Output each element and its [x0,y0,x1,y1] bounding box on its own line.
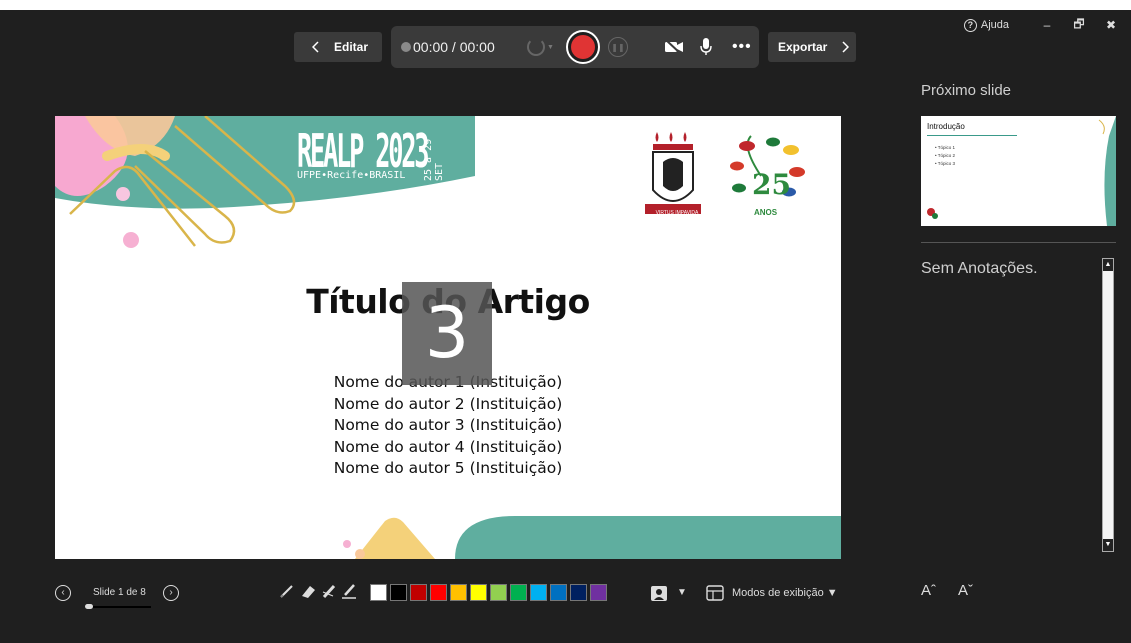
ink-color-swatch[interactable] [370,584,387,601]
eraser-icon[interactable] [299,583,317,599]
slide-progress-bar [85,604,151,609]
next-slide-button[interactable]: › [163,585,179,601]
author-line: Nome do autor 3 (Instituição) [333,416,563,434]
font-size-controls: Aˆ Aˇ [921,582,973,599]
export-button[interactable]: Exportar [768,32,856,62]
laser-pointer-icon[interactable] [650,585,668,602]
edit-label: Editar [334,40,369,54]
conference-dates: 25 a 29 SET [423,138,445,181]
clear-ink-icon[interactable] [341,583,357,599]
anniversary-label: ANOS [754,208,778,217]
ink-color-swatch[interactable] [430,584,447,601]
top-strip [0,0,1131,10]
speaker-notes: Sem Anotações. [921,260,1038,277]
scroll-down-icon[interactable]: ▼ [1103,539,1113,551]
anniversary-number: 25 [752,168,791,201]
record-button[interactable] [565,30,600,64]
ink-color-swatch[interactable] [450,584,467,601]
record-icon [570,35,595,59]
ink-color-swatch[interactable] [590,584,607,601]
conference-logo: REALP 2023 UFPE•Recife•BRASIL 25 a 29 SE… [297,124,534,181]
author-line: Nome do autor 2 (Instituição) [333,394,563,413]
decrease-font-button[interactable]: Aˇ [958,582,973,599]
chevron-right-icon [842,41,850,53]
ufpe-seal-caption: VIRTUS IMPAVIDA [655,210,699,216]
current-slide[interactable]: REALP 2023 UFPE•Recife•BRASIL 25 a 29 SE… [55,116,841,559]
notes-scrollbar[interactable]: ▲ ▼ [1102,258,1114,552]
display-modes-button[interactable]: Modos de exibição ▼ [706,585,838,601]
microphone-icon[interactable] [700,38,712,56]
highlighter-icon[interactable] [321,583,337,599]
ink-color-swatch[interactable] [510,584,527,601]
pause-button[interactable]: ❚❚ [607,37,628,57]
ink-color-swatch[interactable] [550,584,567,601]
edit-button[interactable]: Editar [294,32,382,62]
previous-slide-button[interactable]: ‹ [55,585,71,601]
recording-status-dot [401,42,411,52]
recording-bar: 00:00 / 00:00 ▼ ❚❚ ••• [391,26,759,68]
ink-tools [279,583,357,599]
next-slide-thumbnail[interactable]: Introdução • Tópico 1 • Tópico 2 • Tópic… [921,116,1116,226]
recording-countdown: 3 [402,282,492,385]
help-button[interactable]: ? Ajuda [963,18,1009,32]
conference-logo-text: REALP 2023 [297,124,430,178]
slide-progress-fill [85,604,94,609]
recording-timer: 00:00 / 00:00 [413,39,495,55]
help-icon: ? [963,18,977,32]
ink-color-swatches [370,584,607,601]
scroll-up-icon[interactable]: ▲ [1103,259,1113,271]
display-modes-label: Modos de exibição ▼ [732,587,838,599]
panel-divider [921,242,1116,243]
help-label: Ajuda [980,19,1009,31]
ink-color-swatch[interactable] [490,584,507,601]
pointer-dropdown-icon[interactable]: ▼ [677,587,687,598]
increase-font-button[interactable]: Aˆ [921,582,936,599]
slide-counter: Slide 1 de 8 [93,587,146,598]
pen-icon[interactable] [279,583,295,599]
window-controls: ? Ajuda – 🗗 ✖ [963,14,1131,36]
restore-button[interactable]: 🗗 [1067,15,1091,36]
camera-off-icon[interactable] [664,39,684,55]
ink-color-swatch[interactable] [410,584,427,601]
author-line: Nome do autor 4 (Instituição) [333,437,563,456]
author-line: Nome do autor 5 (Instituição) [333,459,563,477]
more-options-icon[interactable]: ••• [732,38,752,56]
minimize-button[interactable]: – [1035,18,1059,32]
retake-dropdown-icon[interactable]: ▼ [547,44,554,51]
ink-color-swatch[interactable] [470,584,487,601]
next-slide-label: Próximo slide [921,82,1012,99]
author-list: Nome do autor 1 (Instituição) Nome do au… [55,372,841,480]
thumb-decoration [927,116,1116,226]
display-modes-icon [706,585,724,601]
retake-icon[interactable] [527,38,545,56]
presenter-view: ? Ajuda – 🗗 ✖ Editar 00:00 / 00:00 ▼ ❚❚ … [0,0,1131,643]
ink-color-swatch[interactable] [570,584,587,601]
close-button[interactable]: ✖ [1099,18,1123,32]
ink-color-swatch[interactable] [390,584,407,601]
chevron-left-icon [312,41,319,53]
ink-color-swatch[interactable] [530,584,547,601]
export-label: Exportar [778,40,828,54]
